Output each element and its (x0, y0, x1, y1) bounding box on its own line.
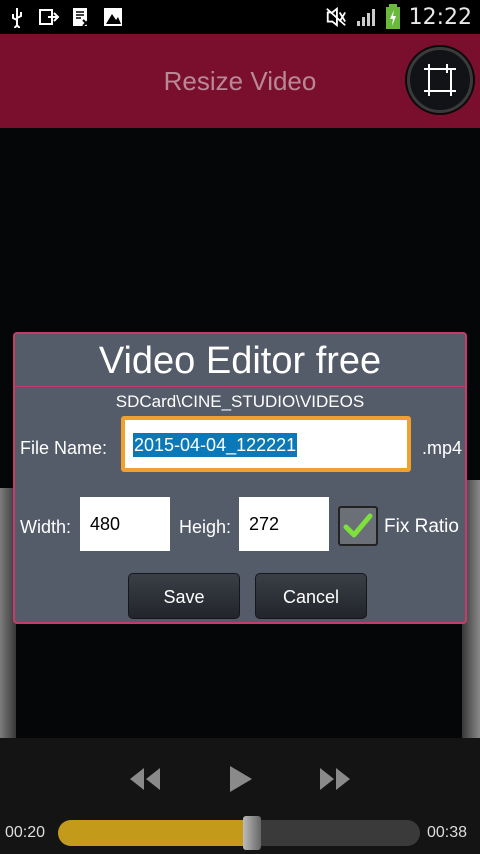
seek-thumb[interactable] (242, 816, 261, 850)
image-icon (104, 8, 122, 26)
notification-icons (6, 6, 124, 28)
screen-share-icon (39, 9, 60, 25)
file-name-value: 2015-04-04_122221 (133, 433, 298, 457)
height-label: Heigh: (179, 517, 232, 537)
seek-progress (58, 820, 250, 846)
total-time: 00:38 (427, 824, 468, 841)
save-button[interactable]: Save (128, 573, 240, 619)
current-time: 00:20 (5, 824, 46, 841)
seek-bar[interactable] (58, 820, 420, 846)
file-name-label: File Name: (20, 438, 108, 458)
crop-button[interactable] (407, 47, 473, 113)
status-bar: 12:22 (0, 0, 480, 34)
battery-charging-icon (385, 4, 400, 29)
dialog-divider (15, 386, 465, 387)
resize-dialog: Video Editor free SDCard\CINE_STUDIO\VID… (13, 332, 467, 624)
clock: 12:22 (408, 4, 472, 30)
checkmark-icon (343, 513, 373, 538)
file-extension: .mp4 (422, 438, 463, 458)
document-icon (73, 8, 90, 27)
rewind-icon[interactable] (128, 764, 162, 794)
system-icons: 12:22 (325, 4, 472, 30)
signal-icon (356, 9, 375, 26)
mute-icon (325, 6, 346, 28)
width-input[interactable]: 480 (80, 497, 170, 551)
file-name-input[interactable]: 2015-04-04_122221 (121, 416, 411, 472)
cancel-button[interactable]: Cancel (255, 573, 367, 619)
usb-icon (12, 8, 22, 28)
crop-icon (424, 64, 456, 96)
play-icon[interactable] (226, 764, 254, 794)
folder-path: SDCard\CINE_STUDIO\VIDEOS (115, 392, 365, 411)
fast-forward-icon[interactable] (318, 764, 352, 794)
height-input[interactable]: 272 (239, 497, 329, 551)
fix-ratio-label: Fix Ratio (384, 516, 459, 537)
width-label: Width: (20, 517, 72, 537)
fix-ratio-checkbox[interactable] (338, 506, 378, 546)
player-controls: 00:20 00:38 (0, 738, 480, 854)
dialog-title: Video Editor free (98, 340, 382, 382)
